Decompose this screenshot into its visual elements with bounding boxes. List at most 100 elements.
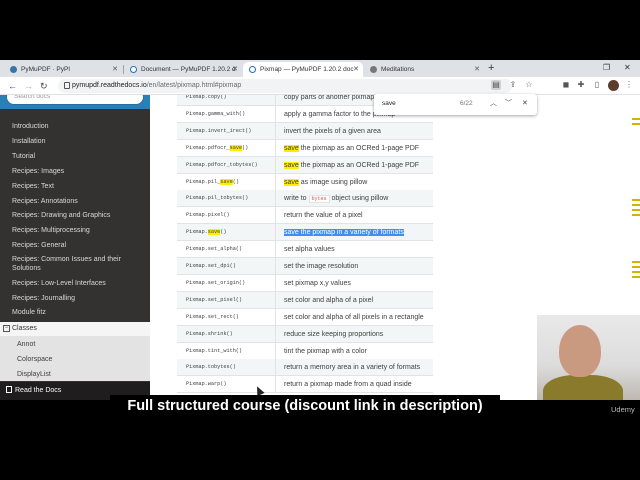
sidebar-subitem-displaylist[interactable]: DisplayList xyxy=(17,370,51,379)
tab-pixmap[interactable]: Pixmap — PyMuPDF 1.20.2 doc ✕ xyxy=(243,62,363,77)
scrollbar-match-marker xyxy=(632,271,640,273)
find-previous-icon[interactable]: ︿ xyxy=(490,99,497,109)
method-name-cell[interactable]: Pixmap.set_pixel() xyxy=(177,291,276,309)
table-row: Pixmap.pixel() return the value of a pixe… xyxy=(177,207,433,225)
method-name: Pixmap.tint_with() xyxy=(186,347,243,354)
sidebar-subitem-annot[interactable]: Annot xyxy=(17,340,35,349)
method-name-cell[interactable]: Pixmap.set_dpi() xyxy=(177,258,276,275)
puzzle-extensions-icon[interactable]: ✚ xyxy=(576,80,586,90)
share-icon[interactable]: ⇪ xyxy=(508,80,518,90)
find-input[interactable]: save xyxy=(382,100,396,107)
find-close-icon[interactable]: ✕ xyxy=(522,99,528,109)
method-name-cell[interactable]: Pixmap.pil_tobytes() xyxy=(177,190,276,208)
tab-document[interactable]: Document — PyMuPDF 1.20.2 d ✕ xyxy=(124,62,242,77)
description-text: as image using pillow xyxy=(298,178,368,186)
method-name-cell[interactable]: Pixmap.tobytes() xyxy=(177,359,276,377)
table-row: Pixmap.tint_with() tint the pixmap with a… xyxy=(177,342,433,360)
forward-arrow-icon[interactable]: → xyxy=(24,79,33,93)
profile-avatar[interactable] xyxy=(608,80,619,91)
method-name-cell[interactable]: Pixmap.pixel() xyxy=(177,207,276,225)
sidebar-item-recipes-annotations[interactable]: Recipes: Annotations xyxy=(12,197,142,206)
sidebar-item-recipes-journalling[interactable]: Recipes: Journalling xyxy=(12,294,142,303)
method-description-cell: reduce size keeping proportions xyxy=(284,326,434,343)
sidebar-item-recipes-low-level[interactable]: Recipes: Low-Level Interfaces xyxy=(12,279,142,288)
readthedocs-favicon-icon xyxy=(249,66,256,73)
method-name: Pixmap.set_rect() xyxy=(186,313,239,320)
readthedocs-favicon-icon xyxy=(130,66,137,73)
description-text: invert the pixels of a given area xyxy=(284,127,381,135)
scrollbar-match-marker xyxy=(632,214,640,216)
method-name-cell[interactable]: Pixmap.shrink() xyxy=(177,325,276,343)
close-tab-icon[interactable]: ✕ xyxy=(353,65,359,73)
collapse-toggle-icon[interactable]: − xyxy=(3,325,10,332)
sidebar-item-classes[interactable]: − Classes xyxy=(0,322,150,336)
sidebar-item-installation[interactable]: Installation xyxy=(12,137,142,146)
address-bar[interactable]: pymupdf.readthedocs.io/en/latest/pixmap.… xyxy=(58,79,512,93)
sidebar-item-module-fitz[interactable]: Module fitz xyxy=(12,308,142,317)
method-name: Pixmap.set_pixel() xyxy=(186,296,243,303)
sidebar-item-recipes-multiprocessing[interactable]: Recipes: Multiprocessing xyxy=(12,226,142,235)
sidebar-item-recipes-common-issues[interactable]: Recipes: Common Issues and their Solutio… xyxy=(12,255,142,273)
extension-icon-1[interactable]: ◼ xyxy=(561,80,571,90)
method-description-cell: save as image using pillow xyxy=(284,174,434,191)
method-description-cell: set alpha values xyxy=(284,241,434,258)
close-tab-icon[interactable]: ✕ xyxy=(474,65,480,73)
tab-label: PyMuPDF · PyPI xyxy=(21,66,71,73)
sidebar-item-introduction[interactable]: Introduction xyxy=(12,122,142,131)
description-text: return the value of a pixel xyxy=(284,212,363,220)
method-name-cell[interactable]: Pixmap.set_origin() xyxy=(177,274,276,292)
table-row: Pixmap.pil_save() save as image using pil… xyxy=(177,173,434,191)
method-name-cell[interactable]: Pixmap.set_alpha() xyxy=(177,241,276,259)
method-name-cell[interactable]: Pixmap.copy() xyxy=(177,95,276,106)
sidebar-subitem-colorspace[interactable]: Colorspace xyxy=(17,355,52,364)
search-docs-input[interactable]: Search docs xyxy=(6,95,144,105)
method-name-part: () xyxy=(220,229,227,236)
new-tab-button[interactable]: + xyxy=(488,62,494,75)
close-tab-icon[interactable]: ✕ xyxy=(232,65,238,73)
side-panel-icon[interactable]: ▯ xyxy=(592,80,602,90)
sidebar-item-recipes-general[interactable]: Recipes: General xyxy=(12,241,142,250)
table-row: Pixmap.pil_tobytes() write to bytes objec… xyxy=(177,190,433,208)
method-name-part: Pixmap. xyxy=(186,229,208,236)
method-name-cell[interactable]: Pixmap.set_rect() xyxy=(177,308,276,326)
method-description-cell: set color and alpha of all pixels in a r… xyxy=(284,309,434,326)
description-text: set color and alpha of a pixel xyxy=(284,296,374,304)
description-text: copy parts of another pixmap xyxy=(284,95,375,101)
description-text: reduce size keeping proportions xyxy=(284,330,384,338)
bookmark-star-icon[interactable]: ☆ xyxy=(524,80,534,90)
method-name-cell[interactable]: Pixmap.invert_irect() xyxy=(177,122,276,140)
restore-window-icon[interactable]: ❐ xyxy=(603,61,610,75)
page-action-icon[interactable]: ▤ xyxy=(491,80,501,90)
sidebar-item-recipes-text[interactable]: Recipes: Text xyxy=(12,182,142,191)
find-next-icon[interactable]: ﹀ xyxy=(505,99,512,109)
method-name: Pixmap.pdfocr_tobytes() xyxy=(186,161,258,168)
active-find-match: save the pixmap in a variety of formats xyxy=(284,229,404,237)
method-name: Pixmap.warp() xyxy=(186,381,227,388)
method-name-cell[interactable]: Pixmap.save() xyxy=(177,224,276,242)
method-name-cell[interactable]: Pixmap.pdfocr_tobytes() xyxy=(177,156,276,174)
back-arrow-icon[interactable]: ← xyxy=(8,79,17,93)
close-window-icon[interactable]: ✕ xyxy=(624,61,631,75)
kebab-menu-icon[interactable]: ⋮ xyxy=(624,80,634,90)
reload-icon[interactable]: ↻ xyxy=(40,79,48,93)
close-tab-icon[interactable]: ✕ xyxy=(112,65,118,73)
tab-pypi[interactable]: PyMuPDF · PyPI ✕ xyxy=(4,62,122,77)
url-host: pymupdf.readthedocs.io xyxy=(72,82,147,89)
sidebar-item-recipes-images[interactable]: Recipes: Images xyxy=(12,167,142,176)
method-description-cell: set color and alpha of a pixel xyxy=(284,292,434,309)
description-text: object using pillow xyxy=(329,195,389,203)
method-name-cell[interactable]: Pixmap.gamma_with() xyxy=(177,105,276,123)
description-text: set color and alpha of all pixels in a r… xyxy=(284,313,424,321)
tab-meditations[interactable]: Meditations ✕ xyxy=(364,62,484,77)
scrollbar-match-marker xyxy=(632,118,640,120)
method-name-cell[interactable]: Pixmap.pil_save() xyxy=(177,173,276,191)
sidebar-item-recipes-drawing[interactable]: Recipes: Drawing and Graphics xyxy=(12,211,142,220)
presenter-shirt xyxy=(543,375,623,400)
sidebar-item-tutorial[interactable]: Tutorial xyxy=(12,152,142,161)
method-name-cell[interactable]: Pixmap.tint_with() xyxy=(177,342,276,360)
find-highlight: save xyxy=(229,144,243,151)
description-text: set alpha values xyxy=(284,246,335,254)
find-match-count: 6/22 xyxy=(460,100,473,107)
address-toolbar: ← → ↻ pymupdf.readthedocs.io/en/latest/p… xyxy=(0,77,640,95)
method-name-cell[interactable]: Pixmap.pdfocr_save() xyxy=(177,139,276,157)
